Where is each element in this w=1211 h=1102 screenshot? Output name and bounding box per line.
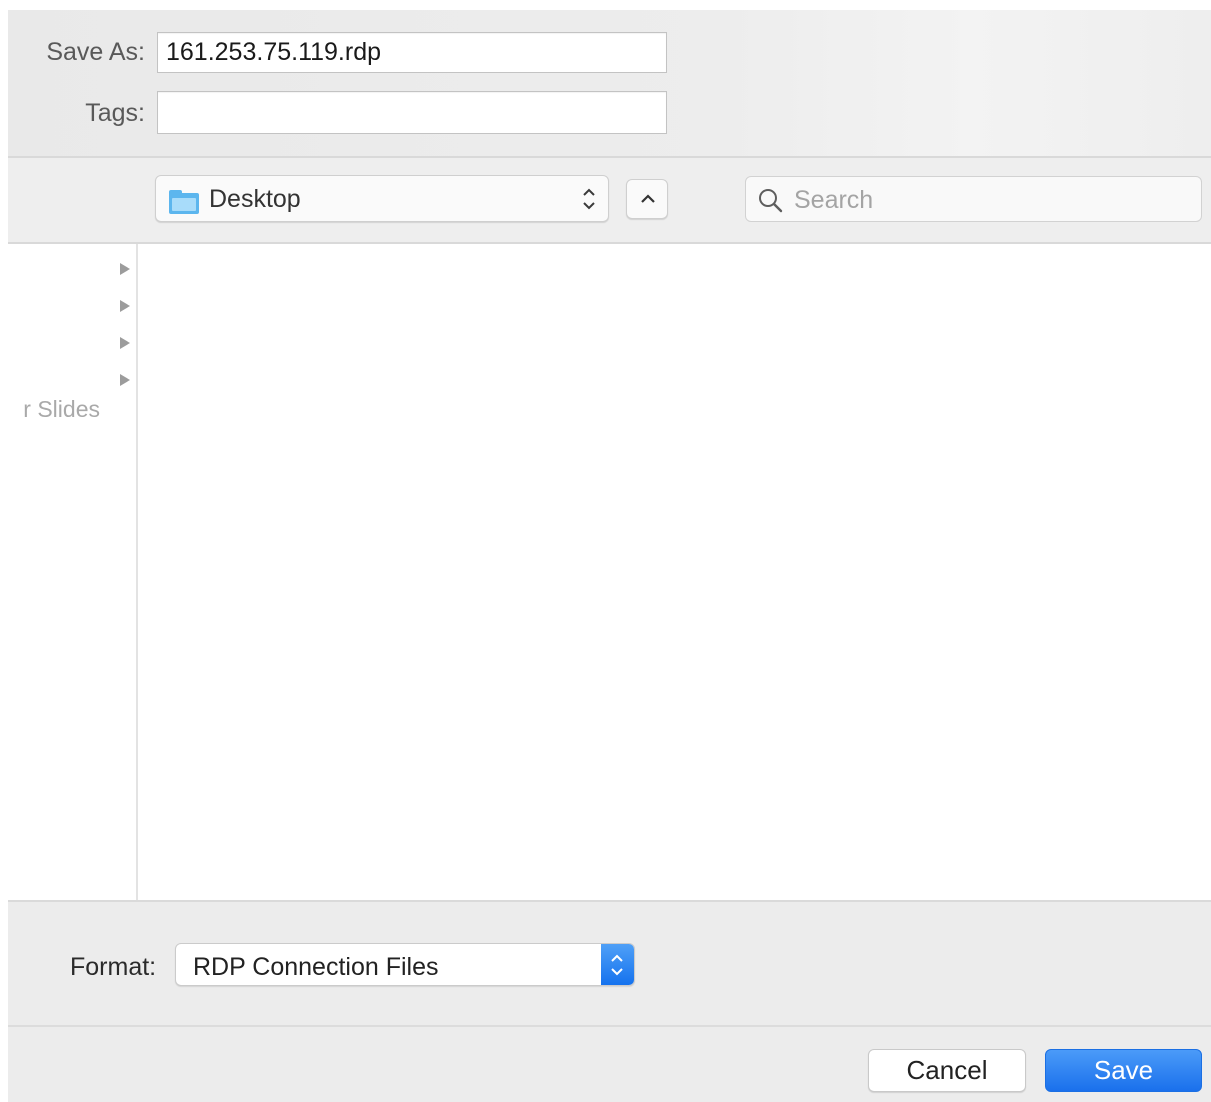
disclosure-triangle-icon[interactable] <box>120 337 130 349</box>
save-as-field[interactable]: 161.253.75.119.rdp <box>157 32 667 73</box>
tags-field[interactable] <box>157 91 667 134</box>
updown-chevron-icon <box>583 188 595 210</box>
sidebar-item[interactable] <box>8 325 136 362</box>
expand-collapse-button[interactable] <box>626 179 668 219</box>
location-label: Desktop <box>209 185 301 213</box>
save-dialog: Save As: 161.253.75.119.rdp Tags: Deskto… <box>8 10 1211 1102</box>
format-value: RDP Connection Files <box>193 953 439 981</box>
search-field[interactable]: Search <box>745 176 1202 222</box>
chevron-up-icon <box>641 194 655 203</box>
sidebar-item[interactable] <box>8 288 136 325</box>
options-panel: Format: RDP Connection Files Cancel Save <box>8 900 1211 1102</box>
sidebar: r Slides <box>8 244 138 900</box>
tags-label: Tags: <box>85 99 145 127</box>
disclosure-triangle-icon[interactable] <box>120 300 130 312</box>
file-browser: r Slides <box>8 244 1211 900</box>
sidebar-item[interactable] <box>8 362 136 399</box>
search-icon <box>759 189 783 213</box>
format-label: Format: <box>70 953 157 981</box>
save-button[interactable]: Save <box>1045 1049 1202 1092</box>
updown-chevron-icon <box>611 954 623 976</box>
location-popup[interactable]: Desktop <box>155 175 609 222</box>
search-placeholder: Search <box>794 186 874 214</box>
format-popup[interactable]: RDP Connection Files <box>175 943 635 986</box>
file-list[interactable] <box>138 244 1211 900</box>
save-as-label: Save As: <box>46 38 145 66</box>
cancel-button[interactable]: Cancel <box>868 1049 1026 1092</box>
format-stepper[interactable] <box>601 944 634 985</box>
sidebar-item-label[interactable]: r Slides <box>23 396 100 423</box>
name-tags-section: Save As: 161.253.75.119.rdp Tags: <box>8 10 1211 158</box>
location-toolbar: Desktop Search <box>8 158 1211 242</box>
divider <box>8 1025 1211 1027</box>
save-as-value: 161.253.75.119.rdp <box>166 38 382 66</box>
folder-icon <box>169 190 199 214</box>
divider <box>8 900 1211 902</box>
disclosure-triangle-icon[interactable] <box>120 374 130 386</box>
sidebar-item[interactable] <box>8 251 136 288</box>
disclosure-triangle-icon[interactable] <box>120 263 130 275</box>
